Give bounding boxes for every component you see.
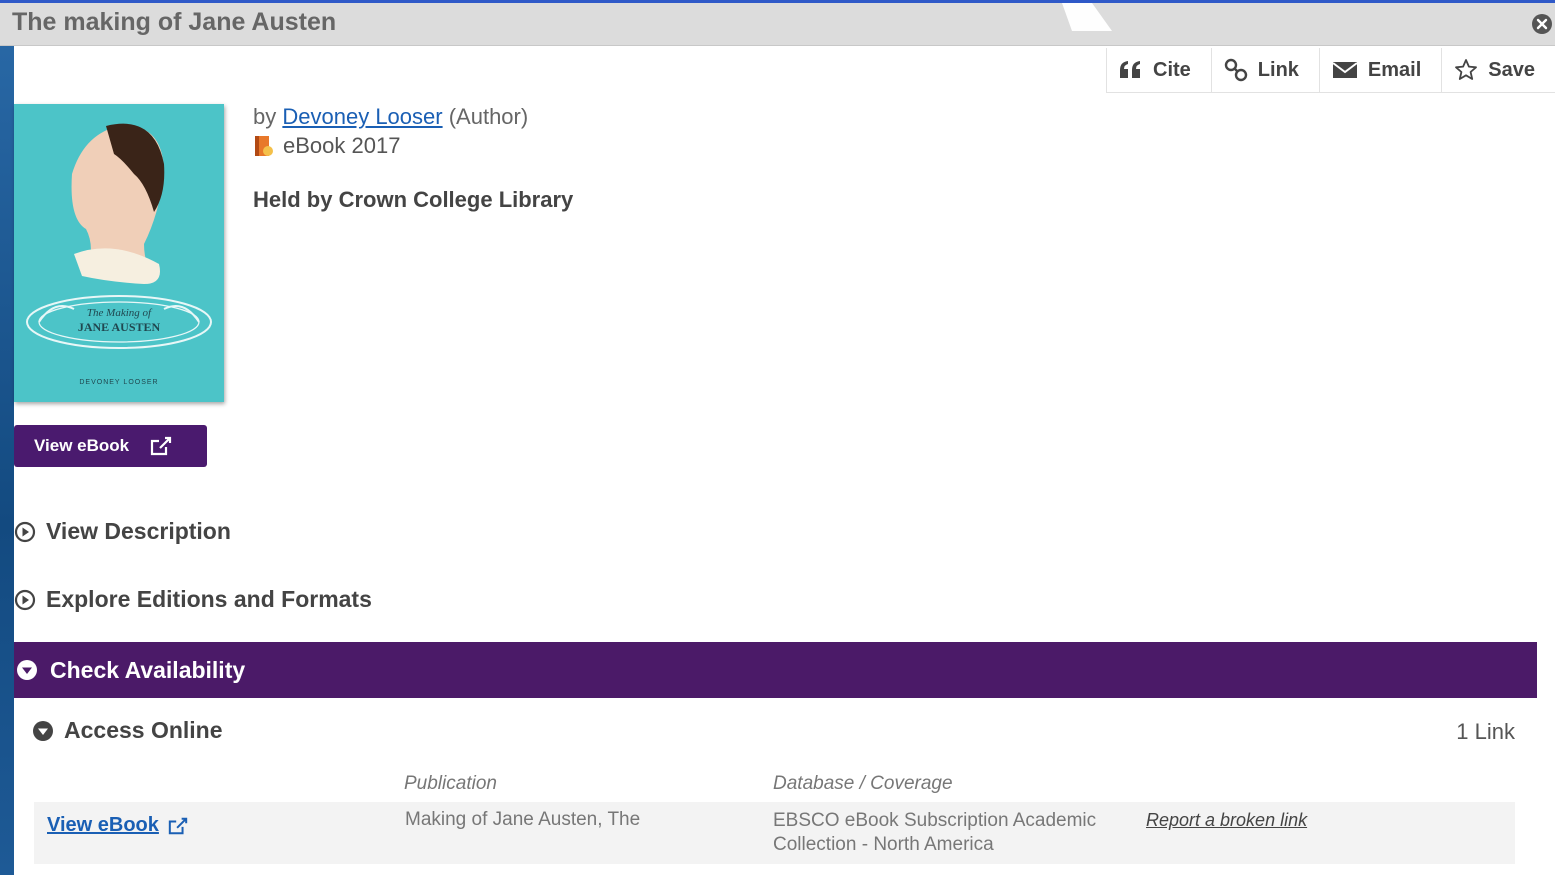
book-cover-image: The Making of JANE AUSTEN DEVONEY LOOSER xyxy=(14,104,224,402)
held-by-library: Held by Crown College Library xyxy=(253,187,574,212)
chain-link-icon xyxy=(1224,58,1247,82)
link-count: 1 Link xyxy=(1456,719,1515,744)
email-button[interactable]: Email xyxy=(1320,48,1443,92)
save-button[interactable]: Save xyxy=(1442,48,1555,92)
email-label: Email xyxy=(1367,58,1422,81)
format-line: eBook 2017 xyxy=(253,132,528,160)
external-link-icon xyxy=(151,436,172,456)
circle-chevron-down-icon xyxy=(17,660,37,680)
publication-column-header: Publication xyxy=(404,773,497,794)
record-meta: by Devoney Looser (Author) eBook 2017 xyxy=(253,104,528,160)
view-ebook-button[interactable]: View eBook xyxy=(14,425,207,467)
view-description-toggle[interactable]: View Description xyxy=(14,518,231,545)
cover-author: DEVONEY LOOSER xyxy=(79,379,158,386)
check-availability-label: Check Availability xyxy=(50,656,246,683)
cover-title-line2: JANE AUSTEN xyxy=(78,320,161,334)
publication-cell: Making of Jane Austen, The xyxy=(405,809,641,830)
record-panel: Cite Link Email Save The Making of JANE … xyxy=(14,46,1555,875)
access-online-toggle[interactable]: Access Online xyxy=(32,717,223,744)
star-icon xyxy=(1455,59,1478,80)
by-label: by xyxy=(253,104,277,129)
table-row: View eBook Making of Jane Austen, The EB… xyxy=(34,802,1515,864)
format-year: eBook 2017 xyxy=(283,133,401,158)
author-link[interactable]: Devoney Looser xyxy=(282,104,442,129)
circle-play-icon xyxy=(14,521,36,542)
circle-play-icon xyxy=(14,589,36,610)
access-online-label: Access Online xyxy=(64,717,223,743)
database-column-header: Database / Coverage xyxy=(773,773,953,794)
background-edge xyxy=(0,0,14,875)
link-button[interactable]: Link xyxy=(1212,48,1320,92)
dialog-title: The making of Jane Austen xyxy=(12,8,337,36)
pointer-arrow-icon xyxy=(1062,3,1112,31)
cover-title-line1: The Making of xyxy=(87,307,153,319)
circle-chevron-down-icon xyxy=(33,720,53,741)
save-label: Save xyxy=(1488,58,1535,81)
view-ebook-link-label: View eBook xyxy=(47,814,159,836)
external-link-icon xyxy=(168,817,188,834)
cite-label: Cite xyxy=(1153,58,1191,81)
view-ebook-link[interactable]: View eBook xyxy=(47,814,189,837)
view-ebook-button-label: View eBook xyxy=(34,436,130,455)
database-cell: EBSCO eBook Subscription Academic Collec… xyxy=(773,810,1097,855)
envelope-icon xyxy=(1332,62,1358,78)
cite-button[interactable]: Cite xyxy=(1107,48,1212,92)
report-broken-link[interactable]: Report a broken link xyxy=(1146,810,1307,831)
view-description-label: View Description xyxy=(46,518,231,544)
check-availability-header[interactable]: Check Availability xyxy=(14,642,1537,698)
close-icon[interactable] xyxy=(1531,13,1553,35)
explore-editions-toggle[interactable]: Explore Editions and Formats xyxy=(14,586,372,613)
link-label: Link xyxy=(1257,58,1299,81)
record-toolbar: Cite Link Email Save xyxy=(1106,48,1555,93)
dialog-titlebar: The making of Jane Austen xyxy=(0,3,1555,46)
author-line: by Devoney Looser (Author) xyxy=(253,104,528,132)
ebook-format-icon xyxy=(255,136,273,156)
author-role: (Author) xyxy=(448,104,529,129)
explore-editions-label: Explore Editions and Formats xyxy=(46,586,372,612)
quote-icon xyxy=(1120,61,1140,78)
